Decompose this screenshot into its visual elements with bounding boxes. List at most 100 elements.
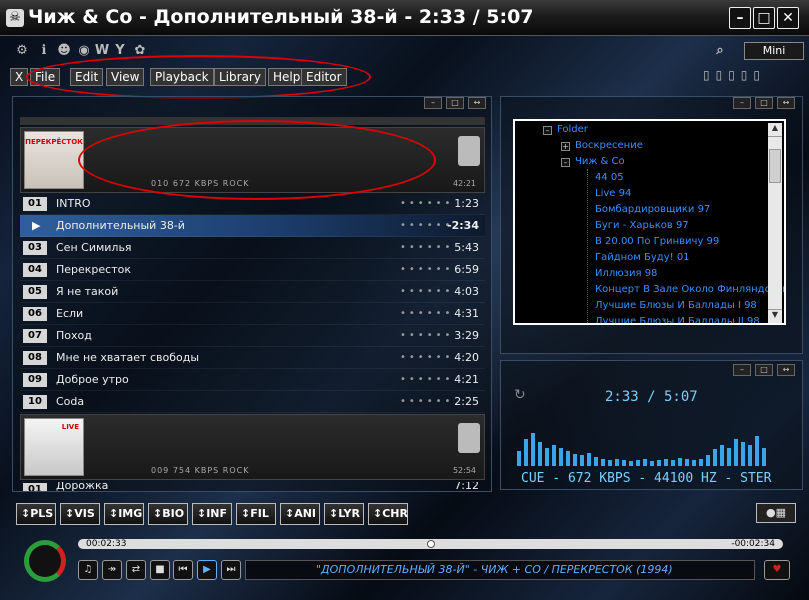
rating-dots[interactable]: •••••• (400, 215, 453, 237)
spectrum-bar (629, 461, 633, 466)
table-row[interactable]: 01 INTRO •••••• 1:23 (20, 193, 485, 215)
tab-ani[interactable]: ↕ANI (280, 503, 320, 525)
seek-handle[interactable] (426, 540, 435, 548)
table-row[interactable]: 10 Coda •••••• 2:25 (20, 391, 485, 413)
volume-knob[interactable] (24, 540, 66, 582)
library-tree[interactable]: – Folder + Воскресение – Чиж & Co 44 05 … (513, 119, 786, 325)
settings-icon[interactable]: ⚙ (14, 43, 30, 59)
tab-fil[interactable]: ↕FIL (236, 503, 276, 525)
annotation-circle (78, 120, 436, 200)
spectrum-bar (524, 439, 528, 466)
tab-inf[interactable]: ↕INF (192, 503, 232, 525)
table-row[interactable]: 06 Если •••••• 4:31 (20, 303, 485, 325)
repeat-icon[interactable]: ↠ (102, 560, 122, 580)
panel-minimize-icon[interactable]: – (424, 97, 442, 109)
close-button[interactable]: ✕ (777, 7, 799, 29)
shuffle-icon[interactable]: ⇄ (126, 560, 146, 580)
collapse-icon[interactable]: – (543, 126, 552, 135)
table-row[interactable]: 09 Доброе утро •••••• 4:21 (20, 369, 485, 391)
rating-dots[interactable]: •••••• (400, 281, 453, 303)
layout-toggle-icon[interactable]: ●▦ (756, 503, 796, 523)
tree-item[interactable]: 44 05 (595, 172, 624, 183)
tab-vis[interactable]: ↕VIS (60, 503, 100, 525)
tab-pls[interactable]: ↕PLS (16, 503, 56, 525)
rating-dots[interactable]: •••••• (400, 303, 453, 325)
rating-dots[interactable]: •••••• (400, 369, 453, 391)
tree-item[interactable]: Гайдном Буду! 01 (595, 252, 690, 263)
tab-chr[interactable]: ↕CHR (368, 503, 408, 525)
spectrum-bar (587, 453, 591, 466)
tab-img[interactable]: ↕IMG (104, 503, 144, 525)
scroll-thumb[interactable] (769, 149, 781, 183)
people-icon[interactable]: ☻ (56, 43, 72, 59)
track-list: 01 INTRO •••••• 1:23 ▶ Дополнительный 38-й ••… (20, 193, 485, 413)
album-art-icon[interactable] (458, 136, 480, 166)
table-row[interactable]: 01 Дорожка 7:12 (20, 482, 485, 491)
tree-item[interactable]: Концерт В Зале Около Финляндского (595, 284, 784, 295)
table-row[interactable]: 04 Перекресток •••••• 6:59 (20, 259, 485, 281)
tree-item[interactable]: Лучшие Блюзы И Баллады II 98 (595, 316, 760, 323)
album-cover: LIVE (24, 418, 84, 476)
panel-resize-icon[interactable]: ↔ (468, 97, 486, 109)
collapse-icon[interactable]: – (561, 158, 570, 167)
panel-minimize-icon[interactable]: – (733, 97, 751, 109)
table-row[interactable]: 03 Сен Симилья •••••• 5:43 (20, 237, 485, 259)
next-button[interactable]: ⏭ (221, 560, 241, 580)
album-art-icon[interactable] (458, 423, 480, 453)
panel-minimize-icon[interactable]: – (733, 364, 751, 376)
minimize-button[interactable]: – (729, 7, 751, 29)
spectrum-bar (573, 454, 577, 466)
panel-resize-icon[interactable]: ↔ (777, 364, 795, 376)
spectrum-bar (727, 448, 731, 466)
info-icon[interactable]: ℹ (36, 43, 52, 59)
tree-item[interactable]: Лучшие Блюзы И Баллады I 98 (595, 300, 757, 311)
tree-item[interactable]: В 20.00 По Гринвичу 99 (595, 236, 719, 247)
layout-icons[interactable]: ▯▯▯▯▯ (703, 68, 766, 82)
cover-text: LIVE (61, 423, 79, 431)
expand-icon[interactable]: + (561, 142, 570, 151)
tree-item[interactable]: Буги - Харьков 97 (595, 220, 689, 231)
scrollbar[interactable]: ▲ ▼ (768, 123, 782, 323)
scroll-up-icon[interactable]: ▲ (768, 123, 782, 137)
tab-bio[interactable]: ↕BIO (148, 503, 188, 525)
rating-dots[interactable]: •••••• (400, 347, 453, 369)
stop-button[interactable]: ■ (150, 560, 170, 580)
table-row[interactable]: 07 Поход •••••• 3:29 (20, 325, 485, 347)
app-icon[interactable]: ☠ (6, 9, 24, 27)
scroll-down-icon[interactable]: ▼ (768, 309, 782, 323)
track-number: 09 (23, 373, 47, 387)
panel-resize-icon[interactable]: ↔ (777, 97, 795, 109)
tree-item[interactable]: Бомбардировщики 97 (595, 204, 710, 215)
rating-dots[interactable]: •••••• (400, 193, 453, 215)
tab-lyr[interactable]: ↕LYR (324, 503, 364, 525)
tree-node[interactable]: Чиж & Co (575, 156, 625, 167)
search-icon[interactable]: ⌕ (712, 43, 728, 59)
album-header[interactable]: LIVE 009 754 KBPS ROCK 52:54 (20, 414, 485, 480)
tree-root[interactable]: Folder (557, 124, 588, 135)
table-row[interactable]: 08 Мне не хватает свободы •••••• 4:20 (20, 347, 485, 369)
lastfm-icon[interactable]: ◉ (76, 43, 92, 59)
mini-mode-button[interactable]: Mini (744, 42, 804, 60)
refresh-icon[interactable]: ↻ (514, 387, 526, 403)
rating-dots[interactable]: •••••• (400, 325, 453, 347)
rating-dots[interactable]: •••••• (400, 391, 453, 413)
panel-maximize-icon[interactable]: □ (755, 364, 773, 376)
spectrum-bar (734, 439, 738, 466)
wikipedia-icon[interactable]: W (94, 43, 110, 59)
panel-maximize-icon[interactable]: □ (446, 97, 464, 109)
table-row[interactable]: ▶ Дополнительный 38-й •••••• -2:34 (20, 215, 485, 237)
panel-maximize-icon[interactable]: □ (755, 97, 773, 109)
rating-dots[interactable]: •••••• (400, 259, 453, 281)
tree-item[interactable]: Иллюзия 98 (595, 268, 657, 279)
track-title: Coda (56, 395, 85, 408)
seek-bar[interactable]: 00:02:33 -00:02:34 (78, 539, 783, 549)
previous-button[interactable]: ⏮ (173, 560, 193, 580)
maximize-button[interactable]: □ (753, 7, 775, 29)
tree-node[interactable]: Воскресение (575, 140, 643, 151)
tree-item[interactable]: Live 94 (595, 188, 631, 199)
rating-dots[interactable]: •••••• (400, 237, 453, 259)
table-row[interactable]: 05 Я не такой •••••• 4:03 (20, 281, 485, 303)
play-button[interactable]: ▶ (197, 560, 217, 580)
music-note-icon[interactable]: ♫ (78, 560, 98, 580)
favorite-icon[interactable]: ♥ (764, 560, 790, 580)
